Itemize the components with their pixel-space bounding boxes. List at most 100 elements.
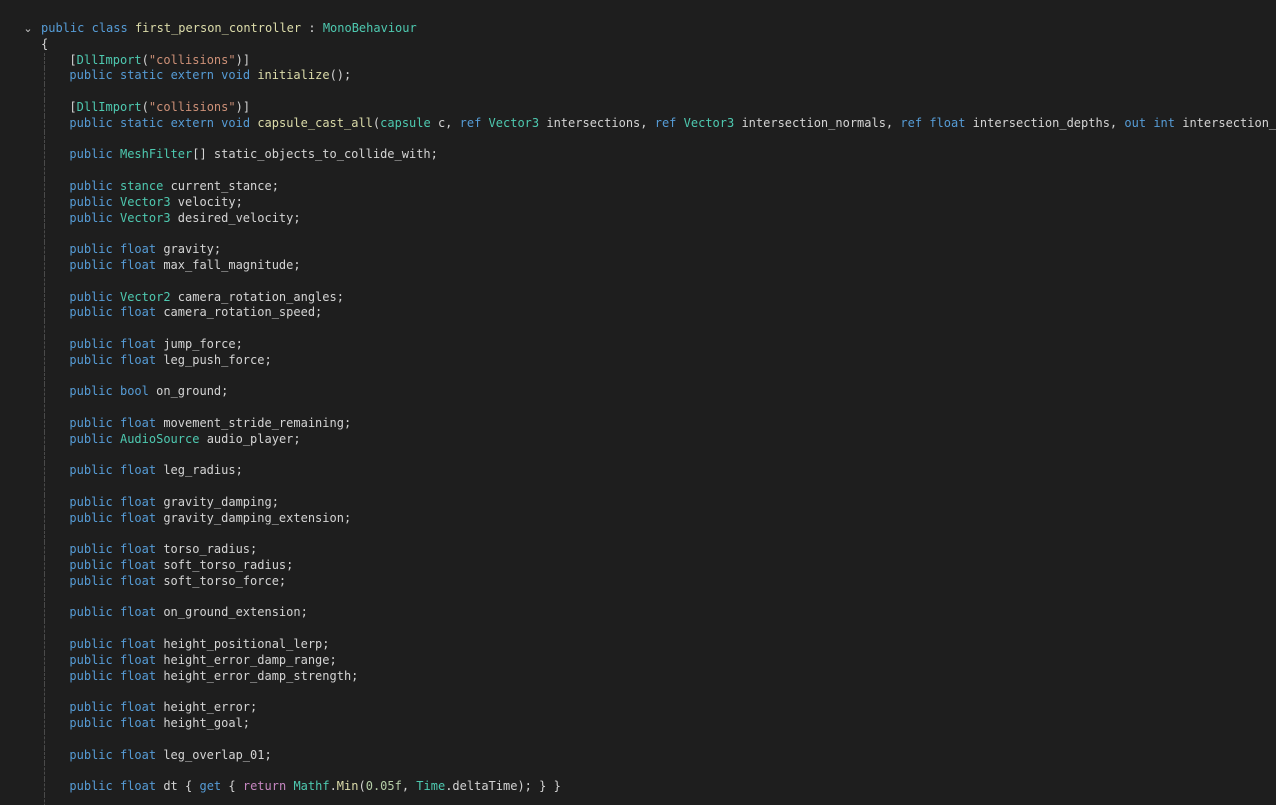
code-editor[interactable]: ⌄ public class first_person_controller : …	[0, 0, 1276, 805]
code-line[interactable]: public float movement_stride_remaining;	[0, 415, 1276, 432]
code-line[interactable]: public float gravity;	[0, 242, 1276, 258]
code-line[interactable]: public Vector3 velocity;	[0, 194, 1276, 211]
code-token: first_person_controller	[134, 21, 302, 35]
code-text: public float height_error_damp_range;	[69, 653, 336, 669]
code-line[interactable]	[0, 400, 1276, 416]
indent-guide	[44, 415, 45, 432]
fold-chevron-icon[interactable]: ⌄	[22, 21, 34, 37]
code-line[interactable]: [DllImport("collisions")]	[0, 99, 1276, 116]
code-token: MeshFilter	[119, 147, 193, 162]
code-line[interactable]: public AudioSource audio_player;	[0, 431, 1276, 448]
code-line[interactable]: public float height_error;	[0, 700, 1276, 717]
code-token: public	[69, 305, 113, 320]
code-token: float	[119, 242, 157, 257]
code-line[interactable]: public float height_positional_lerp;	[0, 637, 1276, 653]
code-token: float	[119, 716, 157, 731]
indent-guide	[44, 494, 45, 511]
code-line[interactable]: public float height_error_damp_strength;	[0, 668, 1276, 685]
code-text: public float leg_push_force;	[69, 353, 271, 369]
code-token: c,	[430, 115, 460, 130]
code-line[interactable]: public static extern void initialize();	[0, 68, 1276, 85]
indent-guide	[44, 605, 45, 622]
code-line[interactable]: public float gravity_damping;	[0, 494, 1276, 511]
code-token: float	[119, 305, 157, 320]
code-token: public	[69, 289, 113, 304]
code-line[interactable]	[0, 589, 1276, 606]
code-line[interactable]	[0, 368, 1276, 385]
code-line[interactable]: public float soft_torso_force;	[0, 573, 1276, 590]
code-line[interactable]: public float jump_force;	[0, 336, 1276, 353]
code-line[interactable]: public float leg_overlap_01;	[0, 747, 1276, 764]
indent-guide	[44, 131, 45, 148]
code-token: float	[119, 779, 157, 794]
code-token: float	[929, 115, 966, 130]
code-token: ref	[900, 115, 923, 130]
code-line[interactable]: public float height_goal;	[0, 716, 1276, 732]
code-token: float	[119, 463, 157, 478]
code-line[interactable]: public Vector3 desired_velocity;	[0, 210, 1276, 227]
indent-guide	[44, 463, 45, 480]
code-line[interactable]: [DllImport("collisions")]	[0, 52, 1276, 69]
code-text: public float max_fall_magnitude;	[69, 258, 300, 274]
code-line[interactable]: public float max_fall_magnitude;	[0, 257, 1276, 274]
code-line[interactable]	[0, 479, 1276, 495]
code-line[interactable]	[0, 684, 1276, 701]
code-line[interactable]	[0, 84, 1276, 100]
code-line[interactable]: public static extern void capsule_cast_a…	[0, 115, 1276, 132]
code-line[interactable]: ⌄ public class first_person_controller : …	[0, 21, 1276, 37]
code-line[interactable]: public float gravity_damping_extension;	[0, 510, 1276, 527]
code-token: soft_torso_radius;	[156, 558, 294, 573]
code-line[interactable]	[0, 763, 1276, 780]
code-token: )]	[235, 52, 251, 67]
code-line[interactable]: public float camera_rotation_speed;	[0, 305, 1276, 322]
code-token: public	[69, 115, 113, 130]
code-line[interactable]: public float leg_radius;	[0, 463, 1276, 480]
code-line[interactable]	[0, 163, 1276, 179]
code-token: on_ground_extension;	[156, 605, 308, 620]
code-token: public	[69, 242, 113, 257]
code-line[interactable]: {	[0, 37, 1276, 53]
code-token: public	[69, 779, 113, 794]
code-line[interactable]: public float torso_radius;	[0, 542, 1276, 559]
code-line[interactable]	[0, 795, 1276, 805]
code-line[interactable]: public float leg_push_force;	[0, 352, 1276, 369]
code-token: current_stance;	[163, 178, 279, 193]
code-token: float	[119, 542, 157, 557]
indent-guide	[44, 68, 45, 85]
code-line[interactable]	[0, 731, 1276, 748]
code-line[interactable]	[0, 131, 1276, 148]
code-line[interactable]: public Vector2 camera_rotation_angles;	[0, 289, 1276, 306]
code-line[interactable]: public bool on_ground;	[0, 384, 1276, 401]
code-token: Vector3	[683, 115, 735, 130]
code-token: float	[119, 637, 157, 652]
code-token: out	[1124, 115, 1147, 130]
code-line[interactable]	[0, 273, 1276, 290]
code-line[interactable]: public stance current_stance;	[0, 178, 1276, 195]
indent-guide	[44, 795, 45, 805]
code-line[interactable]: public float dt { get { return Mathf.Min…	[0, 779, 1276, 796]
code-line[interactable]	[0, 621, 1276, 638]
code-text: public float movement_stride_remaining;	[69, 416, 351, 432]
code-token: class	[91, 21, 128, 35]
indent-guide	[44, 652, 45, 669]
code-token: on_ground;	[148, 384, 229, 399]
indent-guide	[44, 384, 45, 401]
code-line[interactable]	[0, 226, 1276, 243]
code-line[interactable]: public float soft_torso_radius;	[0, 558, 1276, 574]
code-token: bool	[119, 384, 149, 399]
code-line[interactable]: public MeshFilter[] static_objects_to_co…	[0, 147, 1276, 164]
code-text: public Vector2 camera_rotation_angles;	[69, 290, 344, 306]
code-line[interactable]	[0, 526, 1276, 543]
code-line[interactable]	[0, 321, 1276, 337]
indent-guide	[44, 99, 45, 116]
code-token: intersection_depths,	[965, 115, 1125, 130]
code-line[interactable]	[0, 447, 1276, 464]
code-line[interactable]: public float height_error_damp_range;	[0, 652, 1276, 669]
code-line[interactable]: public float on_ground_extension;	[0, 605, 1276, 622]
